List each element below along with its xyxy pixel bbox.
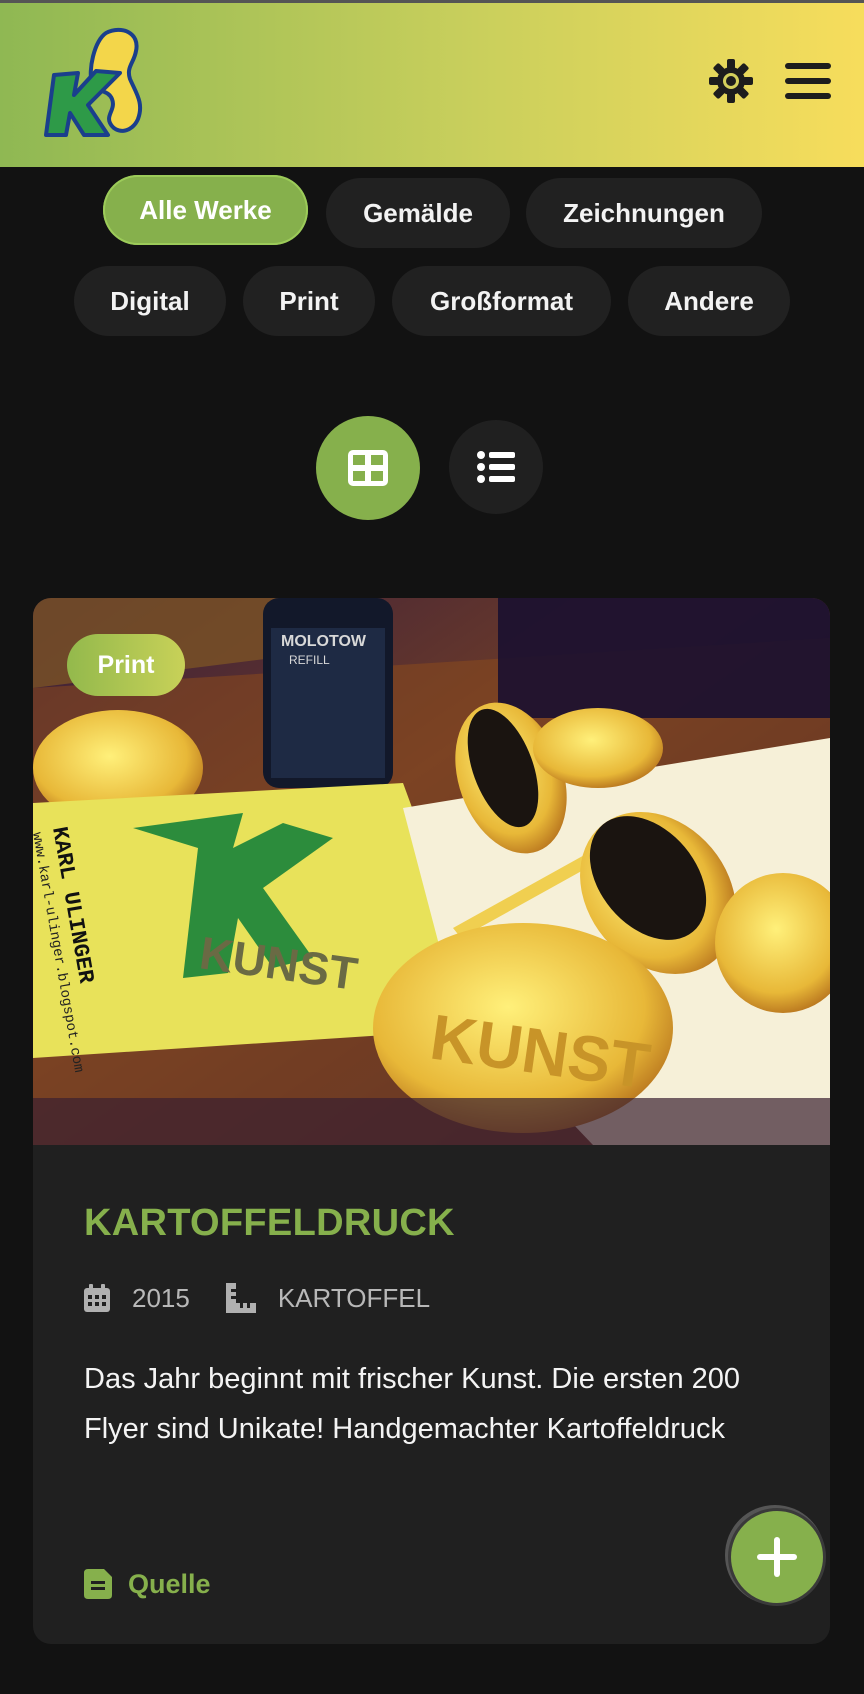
theme-toggle-button[interactable] [705,55,757,107]
meta-year: 2015 [84,1283,190,1314]
sun-gear-icon [709,59,753,103]
filter-grossformat[interactable]: Großformat [392,266,611,336]
artwork-title: KARTOFFELDRUCK [84,1202,455,1244]
document-icon [84,1569,112,1599]
category-badge: Print [67,634,185,696]
grid-view-button[interactable] [316,416,420,520]
meta-material-value: KARTOFFEL [277,1282,431,1313]
plus-icon [757,1537,797,1577]
source-link-label: Quelle [128,1568,211,1599]
list-view-button[interactable] [449,420,543,514]
app-header [0,3,864,167]
hamburger-icon [785,63,831,99]
bottle-brand: MOLOTOW [281,633,367,650]
filter-alle-werke[interactable]: Alle Werke [103,175,308,245]
artwork-card[interactable]: MOLOTOW REFILL KARL ULINGER www.karl-uli… [33,598,830,1644]
meta-year-value: 2015 [132,1282,190,1313]
list-view-icon [477,451,515,483]
source-link[interactable]: Quelle [84,1564,211,1604]
bottle-sub: REFILL [289,653,330,667]
filter-print[interactable]: Print [243,266,375,336]
grid-view-icon [348,450,388,486]
filter-zeichnungen[interactable]: Zeichnungen [526,178,762,248]
menu-button[interactable] [782,55,834,107]
artwork-description: Das Jahr beginnt mit frischer Kunst. Die… [84,1363,741,1445]
add-button[interactable] [728,1508,826,1606]
filter-digital[interactable]: Digital [74,266,226,336]
filter-gemaelde[interactable]: Gemälde [326,178,510,248]
filter-andere[interactable]: Andere [628,266,790,336]
ruler-icon [225,1283,256,1313]
artwork-meta: 2015 KARTOFFEL [84,1278,430,1318]
calendar-icon [84,1284,110,1312]
meta-material: KARTOFFEL [225,1282,431,1314]
brand-logo[interactable] [44,23,152,141]
